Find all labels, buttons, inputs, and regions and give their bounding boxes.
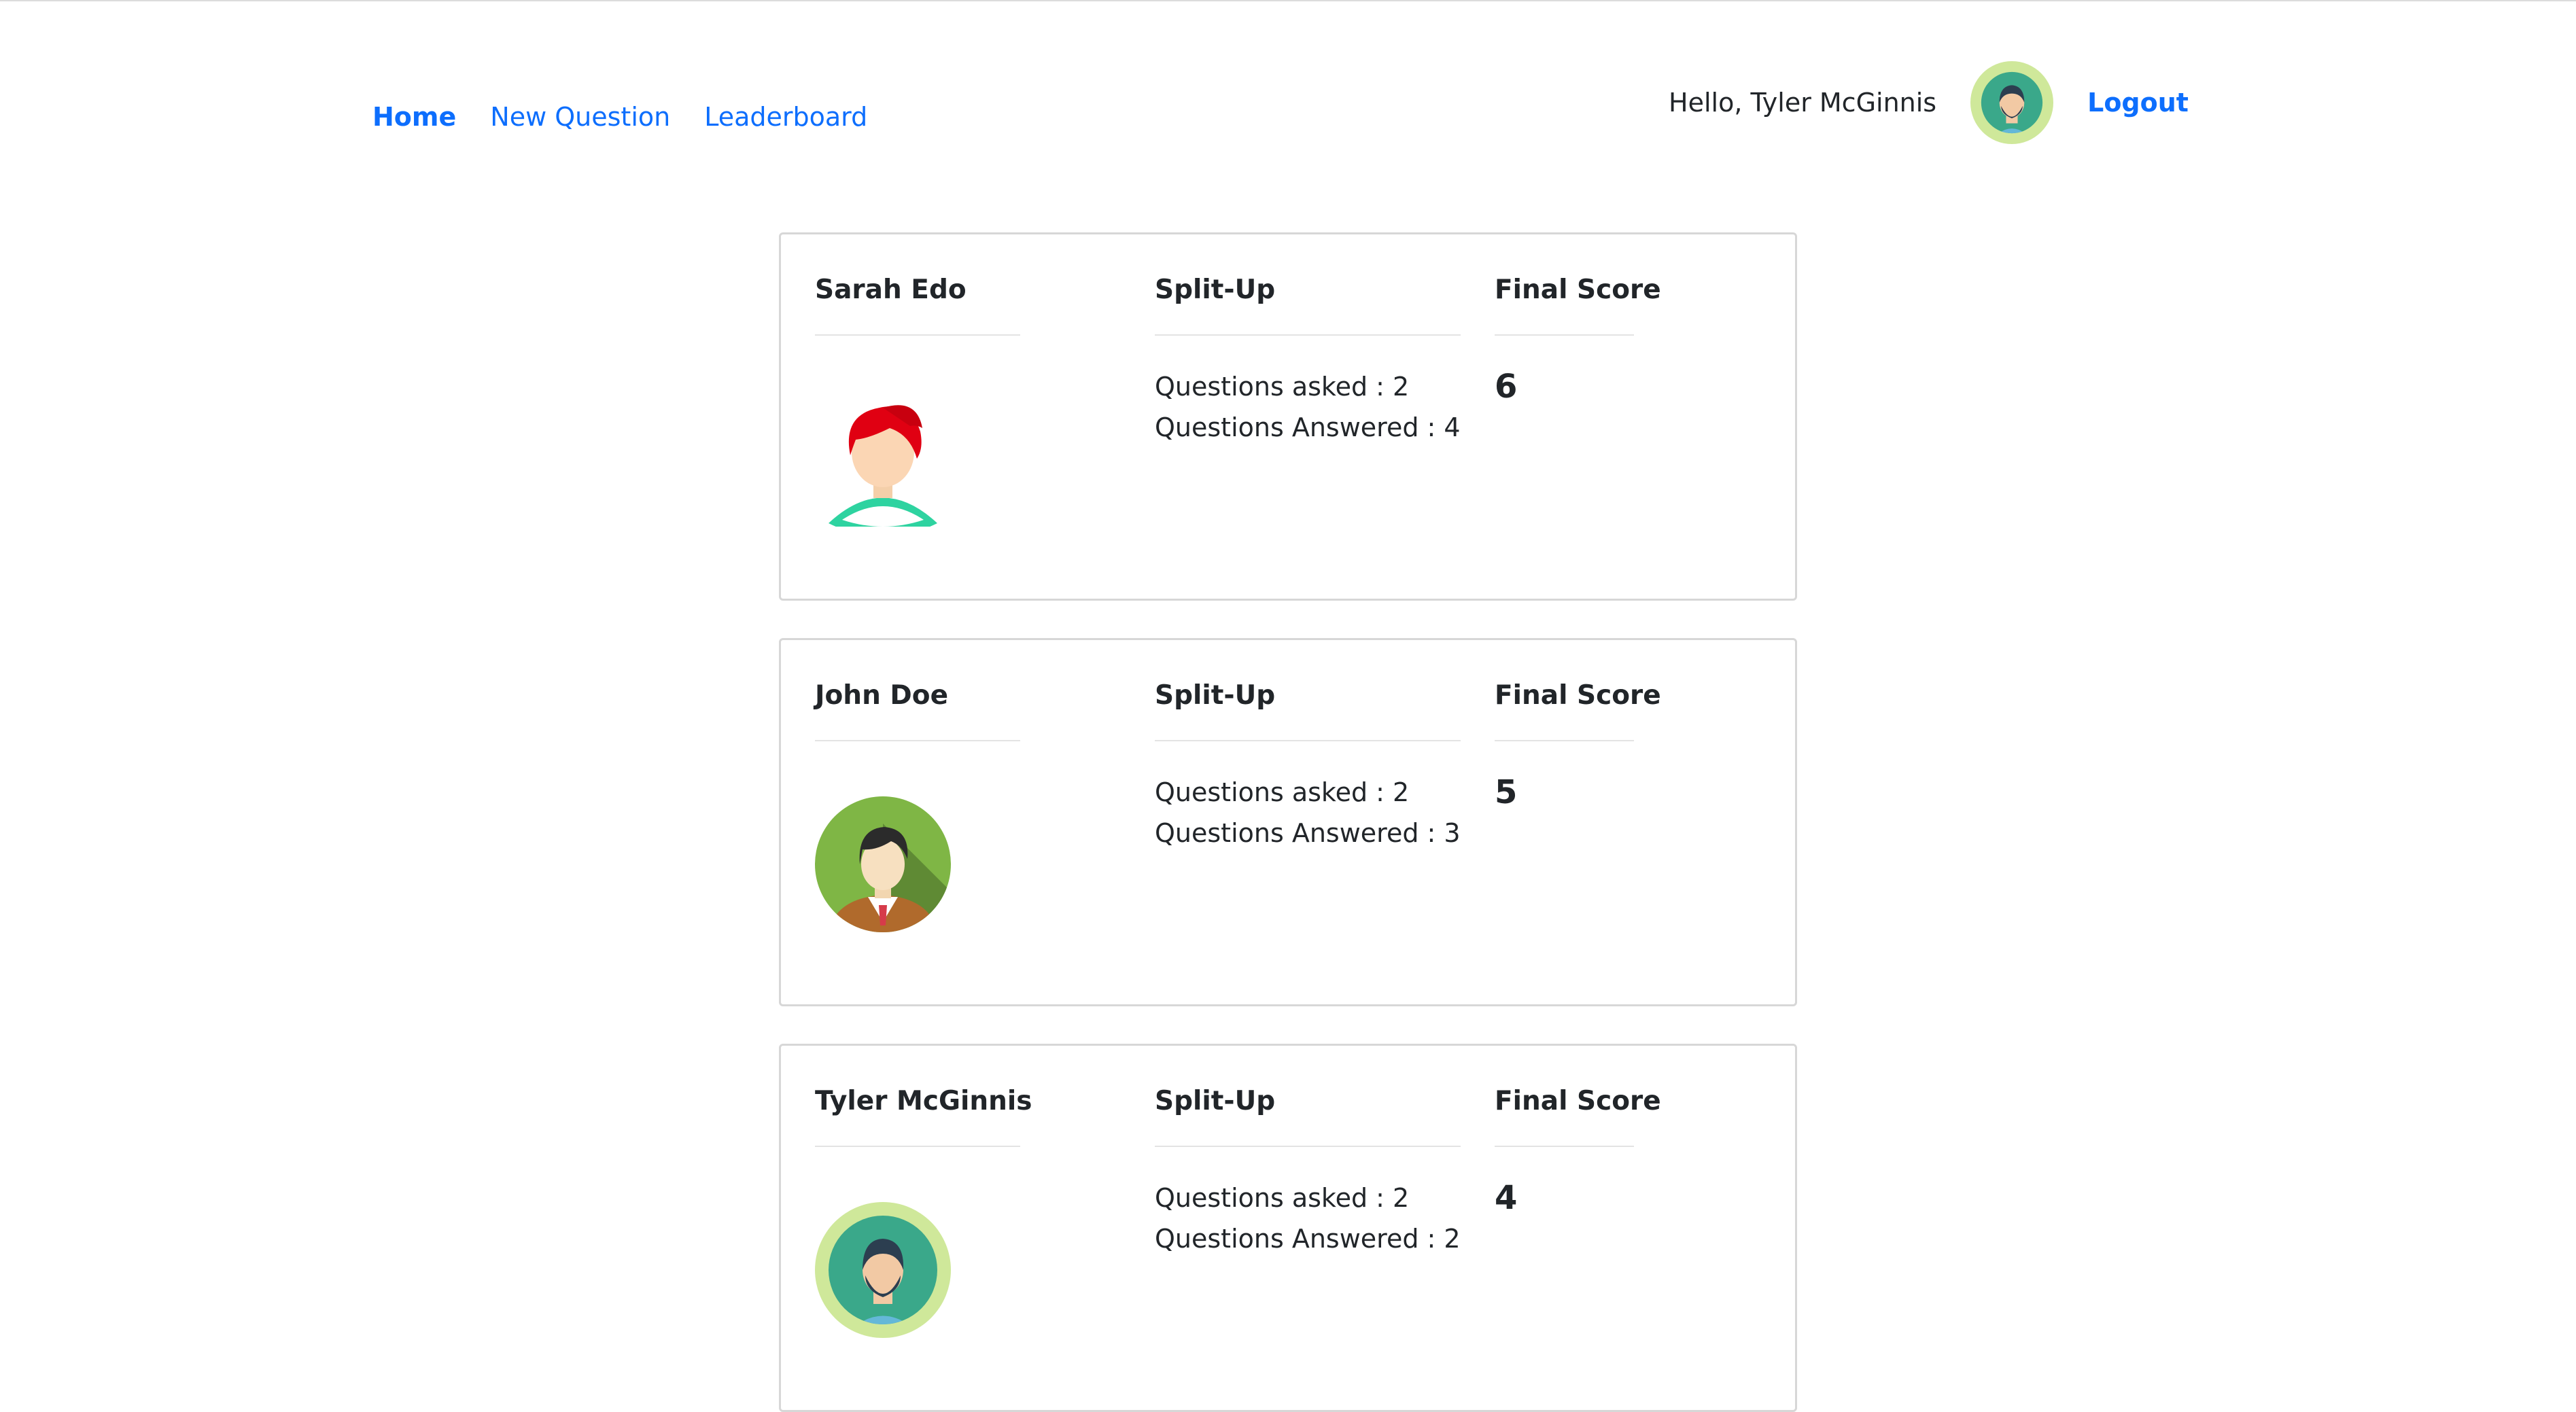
user-column: John Doe xyxy=(815,640,1020,741)
nav-link-leaderboard[interactable]: Leaderboard xyxy=(704,99,867,135)
user-column: Sarah Edo xyxy=(815,234,1020,336)
final-score-heading: Final Score xyxy=(1495,677,1661,741)
split-up-column: Split-Up Questions asked : 2 Questions A… xyxy=(1155,234,1461,448)
leaderboard-card: Sarah Edo Split-Up Questions asked : 2 Q… xyxy=(779,232,1797,601)
split-up-heading: Split-Up xyxy=(1155,272,1461,336)
user-name: Sarah Edo xyxy=(815,272,1020,336)
questions-asked-count: Questions asked : 2 xyxy=(1155,372,1410,402)
final-score-value: 4 xyxy=(1495,1179,1518,1217)
logout-button[interactable]: Logout xyxy=(2087,84,2189,121)
final-score-column: Final Score 6 xyxy=(1495,234,1661,407)
split-up-column: Split-Up Questions asked : 2 Questions A… xyxy=(1155,1046,1461,1259)
avatar xyxy=(815,1202,951,1338)
user-greeting: Hello, Tyler McGinnis xyxy=(1669,88,1937,118)
final-score-column: Final Score 4 xyxy=(1495,1046,1661,1218)
final-score-value: 6 xyxy=(1495,368,1518,406)
leaderboard-card: Tyler McGinnis Split-Up Questions asked … xyxy=(779,1044,1797,1412)
man-in-suit-avatar-icon xyxy=(815,796,951,932)
main-nav: Home New Question Leaderboard xyxy=(372,99,867,135)
final-score-heading: Final Score xyxy=(1495,272,1661,336)
questions-answered-count: Questions Answered : 4 xyxy=(1155,412,1461,442)
final-score-column: Final Score 5 xyxy=(1495,640,1661,813)
nav-link-home[interactable]: Home xyxy=(372,99,456,135)
split-up-heading: Split-Up xyxy=(1155,677,1461,741)
split-up-column: Split-Up Questions asked : 2 Questions A… xyxy=(1155,640,1461,853)
leaderboard-card: John Doe Split-Up Questions asked : 2 Qu… xyxy=(779,638,1797,1006)
questions-asked-count: Questions asked : 2 xyxy=(1155,1183,1410,1213)
user-area: Hello, Tyler McGinnis Logout xyxy=(1669,61,2189,144)
questions-answered-count: Questions Answered : 2 xyxy=(1155,1224,1461,1254)
questions-asked-count: Questions asked : 2 xyxy=(1155,777,1410,807)
split-up-heading: Split-Up xyxy=(1155,1083,1461,1147)
final-score-heading: Final Score xyxy=(1495,1083,1661,1147)
questions-answered-count: Questions Answered : 3 xyxy=(1155,818,1461,848)
nav-link-new-question[interactable]: New Question xyxy=(490,99,670,135)
red-hair-woman-avatar-icon xyxy=(829,405,937,527)
avatar xyxy=(815,391,951,527)
user-avatar-icon xyxy=(1970,61,2054,144)
user-column: Tyler McGinnis xyxy=(815,1046,1032,1147)
bearded-man-avatar-icon xyxy=(815,1202,951,1338)
final-score-value: 5 xyxy=(1495,773,1518,811)
top-border xyxy=(0,0,2576,1)
user-name: Tyler McGinnis xyxy=(815,1083,1032,1147)
user-name: John Doe xyxy=(815,677,1020,741)
avatar xyxy=(815,796,951,932)
